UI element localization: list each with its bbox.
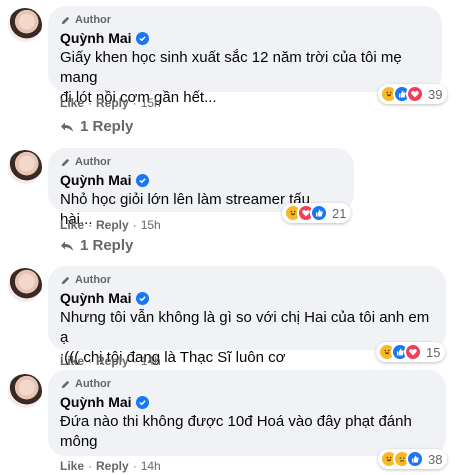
- like-button[interactable]: Like: [60, 354, 84, 368]
- author-badge: Author: [60, 273, 434, 287]
- comment-actions: Like · Reply · 14h: [60, 354, 161, 368]
- pen-icon: [61, 380, 70, 388]
- verified-icon: [135, 291, 149, 305]
- verified-icon: [135, 395, 149, 409]
- comment-actions: Like · Reply · 15h: [60, 218, 161, 232]
- reply-button[interactable]: Reply: [96, 459, 129, 473]
- author-badge: Author: [60, 377, 434, 391]
- comment-timestamp[interactable]: 14h: [141, 354, 161, 368]
- comment-timestamp[interactable]: 15h: [141, 96, 161, 110]
- verified-icon: [135, 173, 149, 187]
- author-badge-label: Author: [75, 378, 112, 390]
- reply-button[interactable]: Reply: [96, 354, 129, 368]
- comment-timestamp[interactable]: 15h: [141, 218, 161, 232]
- author-badge: Author: [60, 13, 430, 27]
- reaction-summary[interactable]: 21: [282, 203, 352, 223]
- like-button[interactable]: Like: [60, 459, 84, 473]
- reaction-count: 15: [426, 344, 441, 360]
- comment-bubble: Author Quỳnh Mai Giấy khen học sinh xuất…: [48, 6, 442, 106]
- author-name[interactable]: Quỳnh Mai: [60, 394, 132, 410]
- comment-bubble: Author Quỳnh Mai Đứa nào thi không được …: [48, 370, 446, 456]
- avatar[interactable]: [8, 374, 42, 408]
- reaction-count: 38: [428, 451, 443, 467]
- avatar[interactable]: [8, 8, 42, 42]
- view-replies-label: 1 Reply: [80, 237, 134, 254]
- author-name[interactable]: Quỳnh Mai: [60, 290, 132, 306]
- reply-button[interactable]: Reply: [96, 96, 129, 110]
- view-replies-label: 1 Reply: [80, 118, 134, 135]
- verified-icon: [135, 31, 149, 45]
- pen-icon: [61, 16, 70, 24]
- view-replies-link[interactable]: 1 Reply: [60, 118, 133, 135]
- comment-bubble: Author Quỳnh Mai Nhưng tôi vẫn không là …: [48, 266, 446, 366]
- author-badge-label: Author: [75, 14, 112, 26]
- love-icon: [406, 85, 424, 103]
- author-name[interactable]: Quỳnh Mai: [60, 172, 132, 188]
- like-button[interactable]: Like: [60, 96, 84, 110]
- comment-timestamp[interactable]: 14h: [141, 459, 161, 473]
- comment-text: Đứa nào thi không được 10đ Hoá vào đây p…: [60, 413, 412, 450]
- like-button[interactable]: Like: [60, 218, 84, 232]
- reaction-summary[interactable]: 38: [378, 449, 448, 469]
- reply-button[interactable]: Reply: [96, 218, 129, 232]
- love-icon: [404, 343, 422, 361]
- comment-actions: Like · Reply · 14h: [60, 459, 161, 473]
- reply-arrow-icon: [61, 241, 73, 251]
- author-badge: Author: [60, 155, 342, 169]
- comment-actions: Like · Reply · 15h: [60, 96, 161, 110]
- reply-arrow-icon: [61, 122, 73, 132]
- pen-icon: [61, 276, 70, 284]
- pen-icon: [61, 158, 70, 166]
- reaction-count: 39: [428, 86, 443, 102]
- author-badge-label: Author: [75, 274, 112, 286]
- avatar[interactable]: [8, 150, 42, 184]
- reaction-summary[interactable]: 15: [376, 342, 446, 362]
- view-replies-link[interactable]: 1 Reply: [60, 237, 133, 254]
- like-icon: [406, 450, 424, 468]
- reaction-count: 21: [332, 205, 347, 221]
- avatar[interactable]: [8, 268, 42, 302]
- author-name[interactable]: Quỳnh Mai: [60, 30, 132, 46]
- like-icon: [310, 204, 328, 222]
- author-badge-label: Author: [75, 156, 112, 168]
- reaction-summary[interactable]: 39: [378, 84, 448, 104]
